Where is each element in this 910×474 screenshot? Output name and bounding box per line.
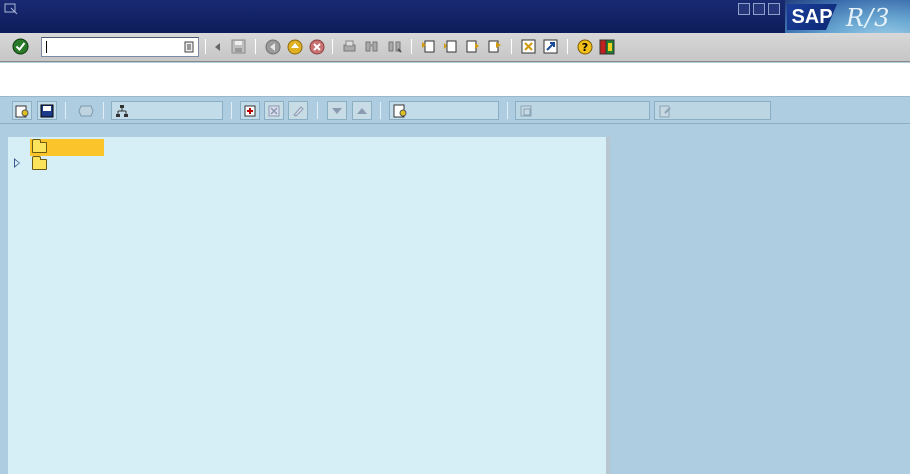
command-history-icon[interactable] [182, 40, 196, 54]
attributes-button[interactable] [654, 101, 771, 120]
previous-icon[interactable] [208, 37, 227, 56]
command-field[interactable] [41, 37, 199, 57]
expand-node-icon[interactable] [14, 158, 20, 168]
toolbar-separator [567, 39, 568, 54]
edit-pencil-icon[interactable] [288, 101, 308, 120]
move-up-icon[interactable] [352, 101, 372, 120]
toolbar-separator [65, 102, 66, 119]
first-page-icon[interactable] [419, 37, 438, 56]
help-icon[interactable]: ? [575, 37, 594, 56]
move-down-icon[interactable] [327, 101, 347, 120]
back-icon[interactable] [263, 37, 282, 56]
display-icon[interactable] [12, 101, 32, 120]
maximize-icon[interactable] [753, 3, 765, 15]
customize-layout-icon[interactable] [597, 37, 616, 56]
toolbar-separator [103, 102, 104, 119]
insert-icon[interactable] [240, 101, 260, 120]
toolbar-separator [255, 39, 256, 54]
create-session-icon[interactable] [519, 37, 538, 56]
shortcut-icon[interactable] [541, 37, 560, 56]
toolbar-separator [205, 39, 206, 54]
delete-icon[interactable] [264, 101, 284, 120]
toolbar-separator [380, 102, 381, 119]
minimize-icon[interactable] [738, 3, 750, 15]
close-icon[interactable] [768, 3, 780, 15]
text-caret [46, 41, 47, 53]
find-icon[interactable] [362, 37, 381, 56]
structure-button[interactable] [111, 101, 223, 120]
enter-icon[interactable] [11, 37, 30, 56]
cancel-icon[interactable] [307, 37, 326, 56]
last-page-icon[interactable] [485, 37, 504, 56]
toolbar-separator [317, 102, 318, 119]
folder-icon [32, 156, 47, 170]
toolbar-separator [332, 39, 333, 54]
detail-pane [610, 137, 904, 474]
toolbar-separator [411, 39, 412, 54]
toolbar-separator [507, 102, 508, 119]
tree-pane[interactable] [8, 137, 606, 474]
collapse-icon [76, 101, 96, 120]
exit-icon[interactable] [285, 37, 304, 56]
save-layout-icon[interactable] [37, 101, 57, 120]
svg-text:?: ? [581, 41, 587, 54]
toolbar-separator [511, 39, 512, 54]
r3-logo: R/3 [846, 4, 891, 32]
folder-icon [32, 139, 47, 153]
toolbar-separator [231, 102, 232, 119]
screen-title-area [0, 63, 910, 97]
print-icon[interactable] [340, 37, 359, 56]
environment-button[interactable] [515, 101, 650, 120]
window-menu-icon[interactable] [4, 3, 18, 15]
previous-page-icon[interactable] [441, 37, 460, 56]
document-button[interactable] [389, 101, 499, 120]
next-page-icon[interactable] [463, 37, 482, 56]
find-next-icon[interactable] [385, 37, 404, 56]
save-icon[interactable] [229, 37, 248, 56]
